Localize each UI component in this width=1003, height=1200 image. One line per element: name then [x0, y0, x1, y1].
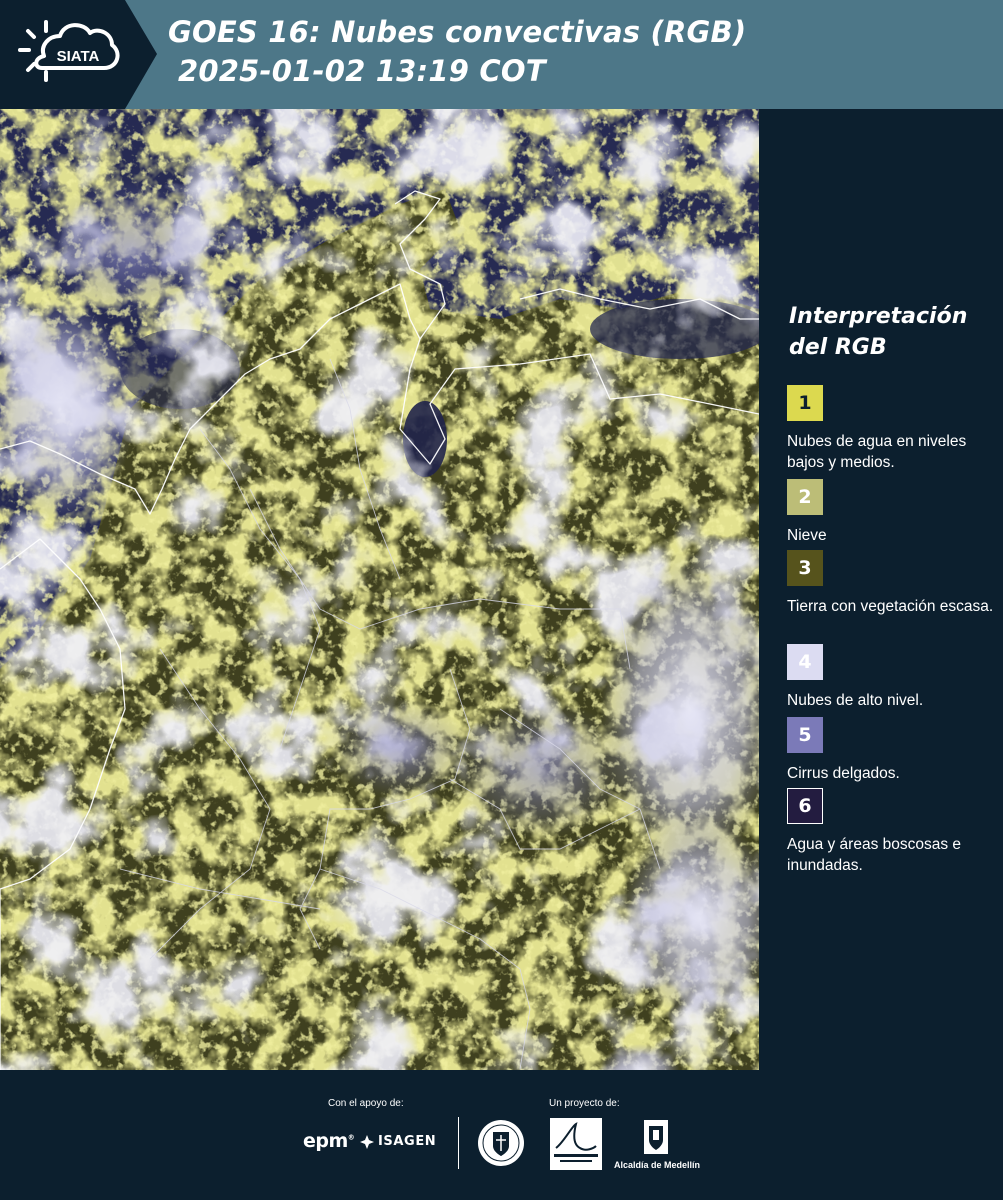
legend-title: Interpretación del RGB	[789, 304, 968, 360]
legend-label-2: Nieve	[787, 527, 827, 544]
legend-item-5: 5 Cirrus delgados.	[787, 717, 997, 784]
legend-item-6: 6 Agua y áreas boscosas e inundadas.	[787, 788, 997, 876]
support-label: Con el apoyo de:	[328, 1098, 404, 1109]
area-metropolitana-logo	[550, 1118, 602, 1170]
legend-label-3: Tierra con vegetación escasa.	[787, 598, 994, 615]
medellin-seal-logo	[476, 1118, 526, 1168]
epm-logo: epm®	[303, 1130, 355, 1152]
footer-bar: Con el apoyo de: Un proyecto de: epm® IS…	[0, 1070, 1003, 1200]
legend-swatch-3: 3	[787, 550, 823, 586]
legend-label-4: Nubes de alto nivel.	[787, 692, 924, 709]
footer-divider	[458, 1117, 459, 1169]
legend-swatch-4: 4	[787, 644, 823, 680]
legend-item-3: 3 Tierra con vegetación escasa.	[787, 550, 997, 617]
legend-swatch-2: 2	[787, 479, 823, 515]
project-label: Un proyecto de:	[549, 1098, 620, 1109]
legend-panel: Interpretación del RGB 1 Nubes de agua e…	[759, 109, 1003, 1070]
svg-text:SIATA: SIATA	[57, 48, 100, 65]
map-title: GOES 16: Nubes convectivas (RGB)	[168, 15, 747, 49]
legend-label-5: Cirrus delgados.	[787, 765, 900, 782]
legend-swatch-5: 5	[787, 717, 823, 753]
siata-logo: SIATA	[0, 0, 160, 109]
legend-label-1: Nubes de agua en niveles bajos y medios.	[787, 433, 967, 471]
isagen-logo: ISAGEN	[360, 1134, 436, 1149]
satellite-map	[0, 109, 759, 1070]
legend-item-2: 2 Nieve	[787, 479, 997, 546]
legend-item-1: 1 Nubes de agua en niveles bajos y medio…	[787, 385, 997, 473]
legend-item-4: 4 Nubes de alto nivel.	[787, 644, 997, 711]
legend-label-6: Agua y áreas boscosas e inundadas.	[787, 836, 962, 874]
alcaldia-medellin-logo: Alcaldía de Medellín	[612, 1118, 702, 1173]
legend-swatch-6: 6	[787, 788, 823, 824]
isagen-mark-icon	[360, 1134, 374, 1149]
map-datetime: 2025-01-02 13:19 COT	[178, 54, 546, 88]
header-bar: SIATA GOES 16: Nubes convectivas (RGB) 2…	[0, 0, 1003, 109]
legend-swatch-1: 1	[787, 385, 823, 421]
